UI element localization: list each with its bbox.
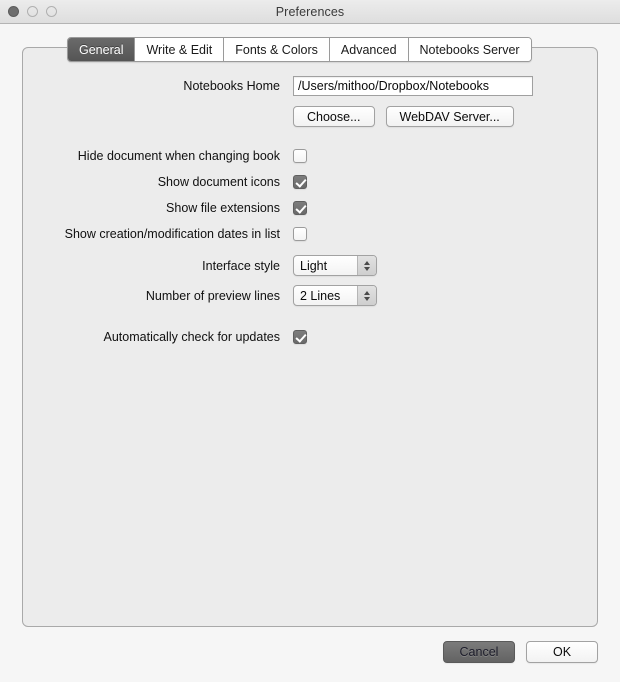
show-document-icons-label: Show document icons	[157, 175, 280, 189]
interface-style-label: Interface style	[202, 258, 280, 273]
preview-lines-select[interactable]: 2 Lines	[293, 285, 377, 306]
tab-general[interactable]: General	[68, 38, 136, 61]
tab-write-and-edit[interactable]: Write & Edit	[135, 38, 225, 61]
tab-notebooks-server[interactable]: Notebooks Server	[408, 38, 531, 61]
show-dates-row: Show creation/modification dates in list	[23, 227, 599, 241]
preview-lines-value: 2 Lines	[300, 288, 341, 303]
show-dates-checkbox[interactable]	[293, 227, 307, 241]
show-file-extensions-checkbox[interactable]	[293, 201, 307, 215]
show-file-extensions-row: Show file extensions	[23, 201, 599, 215]
auto-update-row: Automatically check for updates	[23, 330, 599, 344]
general-settings-panel: Notebooks Home /Users/mithoo/Dropbox/Not…	[22, 47, 598, 627]
home-actions-row: Choose... WebDAV Server...	[23, 106, 599, 127]
minimize-button-icon[interactable]	[27, 6, 38, 17]
auto-update-label: Automatically check for updates	[103, 330, 280, 344]
window-titlebar: Preferences	[0, 0, 620, 24]
window-controls	[8, 6, 57, 17]
general-form: Notebooks Home /Users/mithoo/Dropbox/Not…	[23, 48, 599, 344]
hide-document-label: Hide document when changing book	[77, 149, 280, 163]
chevron-updown-icon	[357, 286, 376, 305]
hide-document-checkbox[interactable]	[293, 149, 307, 163]
cancel-button[interactable]: Cancel	[443, 641, 515, 663]
close-button-icon[interactable]	[8, 6, 19, 17]
show-document-icons-checkbox[interactable]	[293, 175, 307, 189]
show-file-extensions-label: Show file extensions	[166, 201, 280, 215]
tab-fonts-and-colors[interactable]: Fonts & Colors	[224, 38, 330, 61]
tab-bar-container: General Write & Edit Fonts & Colors Adva…	[0, 37, 620, 63]
interface-style-select[interactable]: Light	[293, 255, 377, 276]
hide-document-row: Hide document when changing book	[23, 149, 599, 163]
notebooks-home-row: Notebooks Home /Users/mithoo/Dropbox/Not…	[23, 76, 599, 96]
notebooks-home-input[interactable]: /Users/mithoo/Dropbox/Notebooks	[293, 76, 533, 96]
auto-update-checkbox[interactable]	[293, 330, 307, 344]
dialog-footer: Cancel OK	[443, 641, 598, 663]
window-title: Preferences	[275, 4, 345, 19]
show-document-icons-row: Show document icons	[23, 175, 599, 189]
tab-advanced[interactable]: Advanced	[329, 38, 409, 61]
preview-lines-label: Number of preview lines	[145, 288, 280, 303]
webdav-server-button[interactable]: WebDAV Server...	[385, 106, 514, 127]
zoom-button-icon[interactable]	[46, 6, 57, 17]
interface-style-value: Light	[300, 258, 328, 273]
show-dates-label: Show creation/modification dates in list	[64, 227, 280, 241]
chevron-updown-icon	[357, 256, 376, 275]
preview-lines-row: Number of preview lines 2 Lines	[23, 285, 599, 306]
notebooks-home-label: Notebooks Home	[183, 79, 280, 93]
ok-button[interactable]: OK	[526, 641, 598, 663]
interface-style-row: Interface style Light	[23, 255, 599, 276]
tab-bar: General Write & Edit Fonts & Colors Adva…	[67, 37, 532, 62]
preferences-window: Preferences General Write & Edit Fonts &…	[0, 0, 620, 682]
choose-button[interactable]: Choose...	[293, 106, 375, 127]
